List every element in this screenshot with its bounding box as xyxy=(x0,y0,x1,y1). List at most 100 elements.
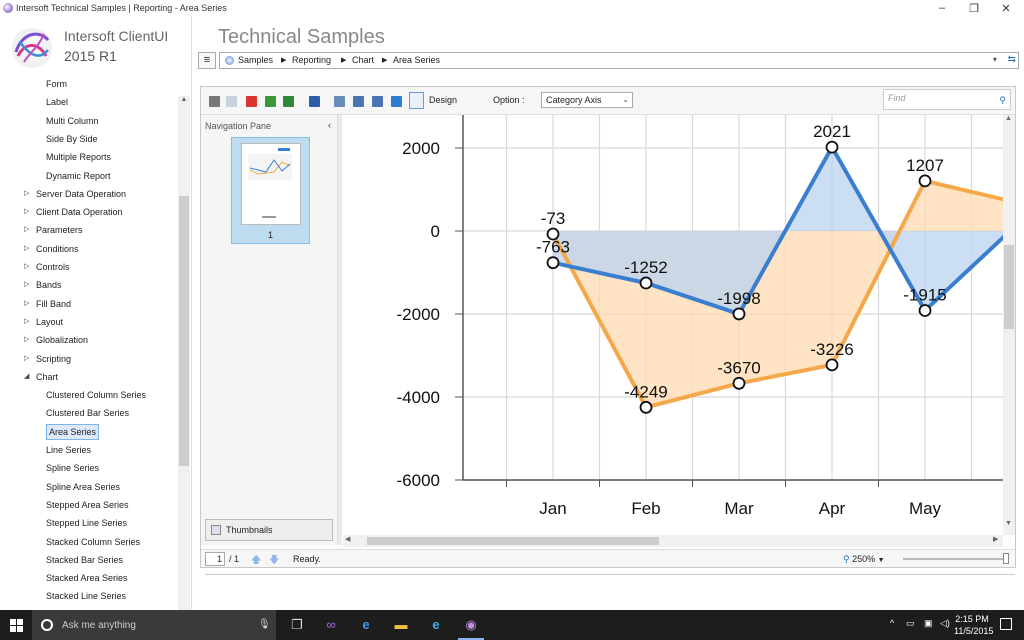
taskbar-search[interactable]: Ask me anything 🎙 xyxy=(32,610,276,640)
collapsed-arrow-icon[interactable]: ▷ xyxy=(24,186,29,202)
option-select[interactable]: Category Axis ⌄ xyxy=(541,92,633,108)
microphone-icon[interactable]: 🎙 xyxy=(258,619,271,630)
clientui-app-icon[interactable]: ◉ xyxy=(458,616,484,640)
tree-item-stacked-bar-series[interactable]: Stacked Bar Series xyxy=(46,552,123,568)
tree-item-line-series[interactable]: Line Series xyxy=(46,442,91,458)
network-icon[interactable]: ▣ xyxy=(924,618,933,629)
edge-icon[interactable]: e xyxy=(357,616,375,634)
tree-item-label[interactable]: Label xyxy=(46,94,68,110)
collapsed-arrow-icon[interactable]: ▷ xyxy=(24,241,29,257)
tree-item-side-by-side[interactable]: Side By Side xyxy=(46,131,98,147)
single-page-icon[interactable] xyxy=(353,96,364,107)
close-button[interactable]: ✕ xyxy=(996,2,1016,15)
thumbnails-button[interactable]: Thumbnails xyxy=(205,519,333,541)
home-icon[interactable] xyxy=(225,56,234,65)
tree-item-dynamic-report[interactable]: Dynamic Report xyxy=(46,168,111,184)
fit-icon[interactable] xyxy=(391,96,402,107)
dropdown-arrow-icon[interactable]: ▾ xyxy=(993,55,997,64)
zoom-dropdown[interactable]: ⚲ 250% ▼ xyxy=(843,554,885,565)
internet-explorer-icon[interactable]: e xyxy=(427,616,445,634)
tree-item-clustered-bar-series[interactable]: Clustered Bar Series xyxy=(46,405,129,421)
tree-item-client-data-operation[interactable]: ▷ Client Data Operation xyxy=(24,204,123,220)
scroll-right-icon[interactable]: ▶ xyxy=(993,535,998,543)
page-thumbnail[interactable]: 1 xyxy=(231,137,310,244)
scroll-up-icon[interactable]: ▲ xyxy=(1005,115,1012,122)
copy-icon[interactable] xyxy=(226,96,237,107)
tree-item-parameters[interactable]: ▷ Parameters xyxy=(24,222,83,238)
design-toggle-button[interactable] xyxy=(409,92,424,109)
tree-item-scripting[interactable]: ▷ Scripting xyxy=(24,351,71,367)
menu-button[interactable]: ≡ xyxy=(198,52,216,69)
collapsed-arrow-icon[interactable]: ▷ xyxy=(24,259,29,275)
scroll-up-icon[interactable]: ▲ xyxy=(178,96,190,108)
collapsed-arrow-icon[interactable]: ▷ xyxy=(24,314,29,330)
tree-item-stepped-area-series[interactable]: Stepped Area Series xyxy=(46,497,129,513)
breadcrumb-samples[interactable]: Samples xyxy=(238,55,273,65)
visual-studio-icon[interactable]: ∞ xyxy=(322,616,340,634)
save-icon[interactable] xyxy=(309,96,320,107)
expanded-arrow-icon[interactable]: ◢ xyxy=(24,369,29,385)
tree-item-multiple-reports[interactable]: Multiple Reports xyxy=(46,149,111,165)
tree-item-globalization[interactable]: ▷ Globalization xyxy=(24,332,88,348)
collapsed-arrow-icon[interactable]: ▷ xyxy=(24,296,29,312)
tree-item-stacked-line-series[interactable]: Stacked Line Series xyxy=(46,588,126,604)
breadcrumb-chart[interactable]: Chart xyxy=(352,55,374,65)
tree-item-conditions[interactable]: ▷ Conditions xyxy=(24,241,79,257)
taskbar-clock[interactable]: 2:15 PM 11/5/2015 xyxy=(954,613,993,637)
notifications-icon[interactable] xyxy=(1000,618,1012,630)
tree-item-spline-series[interactable]: Spline Series xyxy=(46,460,99,476)
tree-item-stacked-column-series[interactable]: Stacked Column Series xyxy=(46,534,140,550)
search-icon[interactable]: ⚲ xyxy=(999,95,1006,106)
collapsed-arrow-icon[interactable]: ▷ xyxy=(24,277,29,293)
minimize-button[interactable]: – xyxy=(932,2,952,14)
collapsed-arrow-icon[interactable]: ▷ xyxy=(24,351,29,367)
page-number-input[interactable]: 1 xyxy=(205,552,225,566)
zoom-slider-thumb[interactable] xyxy=(1003,553,1009,564)
collapsed-arrow-icon[interactable]: ▷ xyxy=(24,332,29,348)
pane-splitter[interactable] xyxy=(338,115,342,545)
tree-item-controls[interactable]: ▷ Controls xyxy=(24,259,70,275)
tree-item-layout[interactable]: ▷ Layout xyxy=(24,314,63,330)
task-view-icon[interactable]: ❐ xyxy=(288,616,306,634)
vertical-scroll-thumb[interactable] xyxy=(1004,245,1014,329)
breadcrumb-reporting[interactable]: Reporting xyxy=(292,55,331,65)
page-down-icon[interactable]: 🡇 xyxy=(269,553,279,570)
chart-horizontal-scrollbar[interactable]: ◀ ▶ xyxy=(343,535,1003,547)
windows-start-icon[interactable] xyxy=(10,619,23,632)
scroll-left-icon[interactable]: ◀ xyxy=(345,535,350,543)
excel-icon[interactable] xyxy=(283,96,294,107)
tree-item-chart[interactable]: ◢ Chart xyxy=(24,369,58,385)
tree-item-server-data-operation[interactable]: ▷ Server Data Operation xyxy=(24,186,126,202)
export-icon[interactable] xyxy=(265,96,276,107)
two-page-icon[interactable] xyxy=(372,96,383,107)
page-setup-icon[interactable] xyxy=(334,96,345,107)
tree-item-area-series[interactable]: Area Series xyxy=(46,423,100,440)
tray-overflow-icon[interactable]: ^ xyxy=(890,618,894,628)
refresh-icon[interactable]: ⇆ xyxy=(1008,54,1016,65)
tree-item-multi-column[interactable]: Multi Column xyxy=(46,113,99,129)
file-explorer-icon[interactable]: ▬ xyxy=(392,616,410,634)
find-input[interactable]: Find ⚲ xyxy=(883,89,1011,110)
tree-item-fill-band[interactable]: ▷ Fill Band xyxy=(24,296,71,312)
zoom-slider[interactable] xyxy=(903,558,1009,560)
collapsed-arrow-icon[interactable]: ▷ xyxy=(24,204,29,220)
sidebar-scroll-thumb[interactable] xyxy=(179,196,189,466)
tree-item-form[interactable]: Form xyxy=(46,76,67,92)
horizontal-scroll-thumb[interactable] xyxy=(367,537,659,545)
breadcrumb-area-series[interactable]: Area Series xyxy=(393,55,440,65)
tree-item-spline-area-series[interactable]: Spline Area Series xyxy=(46,479,120,495)
print-icon[interactable] xyxy=(209,96,220,107)
maximize-button[interactable]: ❐ xyxy=(964,2,984,15)
tree-item-stepped-line-series[interactable]: Stepped Line Series xyxy=(46,515,127,531)
pdf-icon[interactable] xyxy=(246,96,257,107)
tree-item-bands[interactable]: ▷ Bands xyxy=(24,277,62,293)
chart-vertical-scrollbar[interactable]: ▲ ▼ xyxy=(1003,115,1015,535)
tree-item-clustered-column-series[interactable]: Clustered Column Series xyxy=(46,387,146,403)
collapse-icon[interactable]: ‹ xyxy=(328,120,331,130)
tray-app-icon[interactable]: ▭ xyxy=(906,618,915,629)
volume-icon[interactable]: ◁) xyxy=(940,618,950,629)
scroll-down-icon[interactable]: ▼ xyxy=(1005,520,1012,527)
tree-item-stacked-area-series[interactable]: Stacked Area Series xyxy=(46,570,128,586)
page-up-icon[interactable]: 🡅 xyxy=(251,553,261,570)
collapsed-arrow-icon[interactable]: ▷ xyxy=(24,222,29,238)
